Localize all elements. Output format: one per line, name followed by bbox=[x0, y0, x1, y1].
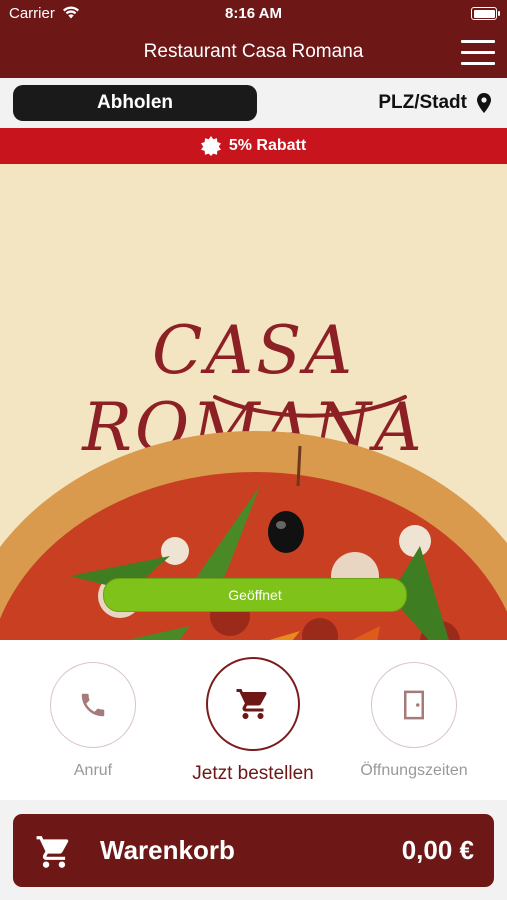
location-label: PLZ/Stadt bbox=[378, 92, 467, 113]
cart-total: 0,00 € bbox=[401, 835, 474, 865]
call-label: Anruf bbox=[73, 762, 113, 779]
discount-banner: 5% Rabatt bbox=[0, 128, 507, 164]
order-mode-row: Abholen PLZ/Stadt bbox=[0, 78, 507, 128]
quick-actions: Anruf Jetzt bestellen Öffnungszeiten bbox=[0, 640, 507, 800]
header: Restaurant Casa Romana bbox=[0, 28, 507, 78]
clock: 8:16 AM bbox=[225, 5, 282, 22]
open-status-badge: Geöffnet bbox=[103, 578, 407, 612]
phone-icon bbox=[81, 693, 105, 717]
cart-button[interactable]: Warenkorb 0,00 € bbox=[13, 814, 494, 887]
order-now-action[interactable]: Jetzt bestellen bbox=[168, 657, 338, 785]
opening-hours-action[interactable]: Öffnungszeiten bbox=[329, 662, 499, 780]
order-now-label: Jetzt bestellen bbox=[192, 763, 314, 784]
page-title: Restaurant Casa Romana bbox=[143, 41, 364, 62]
location-selector[interactable]: PLZ/Stadt bbox=[378, 90, 491, 116]
badge-icon bbox=[200, 136, 221, 156]
status-bar: Carrier 8:16 AM bbox=[0, 0, 507, 28]
battery-icon bbox=[471, 7, 500, 20]
cart-icon bbox=[36, 836, 69, 868]
cart-area: Warenkorb 0,00 € bbox=[0, 800, 507, 900]
call-action[interactable]: Anruf bbox=[8, 662, 178, 780]
discount-label: 5% Rabatt bbox=[228, 137, 307, 154]
hero-banner: CASA ROMANA Geöffnet bbox=[0, 164, 507, 640]
pickup-button[interactable]: Abholen bbox=[13, 85, 257, 121]
opening-hours-label: Öffnungszeiten bbox=[360, 762, 468, 779]
cart-label: Warenkorb bbox=[100, 835, 235, 865]
cart-icon bbox=[236, 689, 267, 719]
logo-swash bbox=[213, 395, 407, 418]
map-pin-icon bbox=[477, 93, 491, 113]
hamburger-menu-icon[interactable] bbox=[461, 40, 495, 66]
door-icon bbox=[404, 690, 424, 720]
